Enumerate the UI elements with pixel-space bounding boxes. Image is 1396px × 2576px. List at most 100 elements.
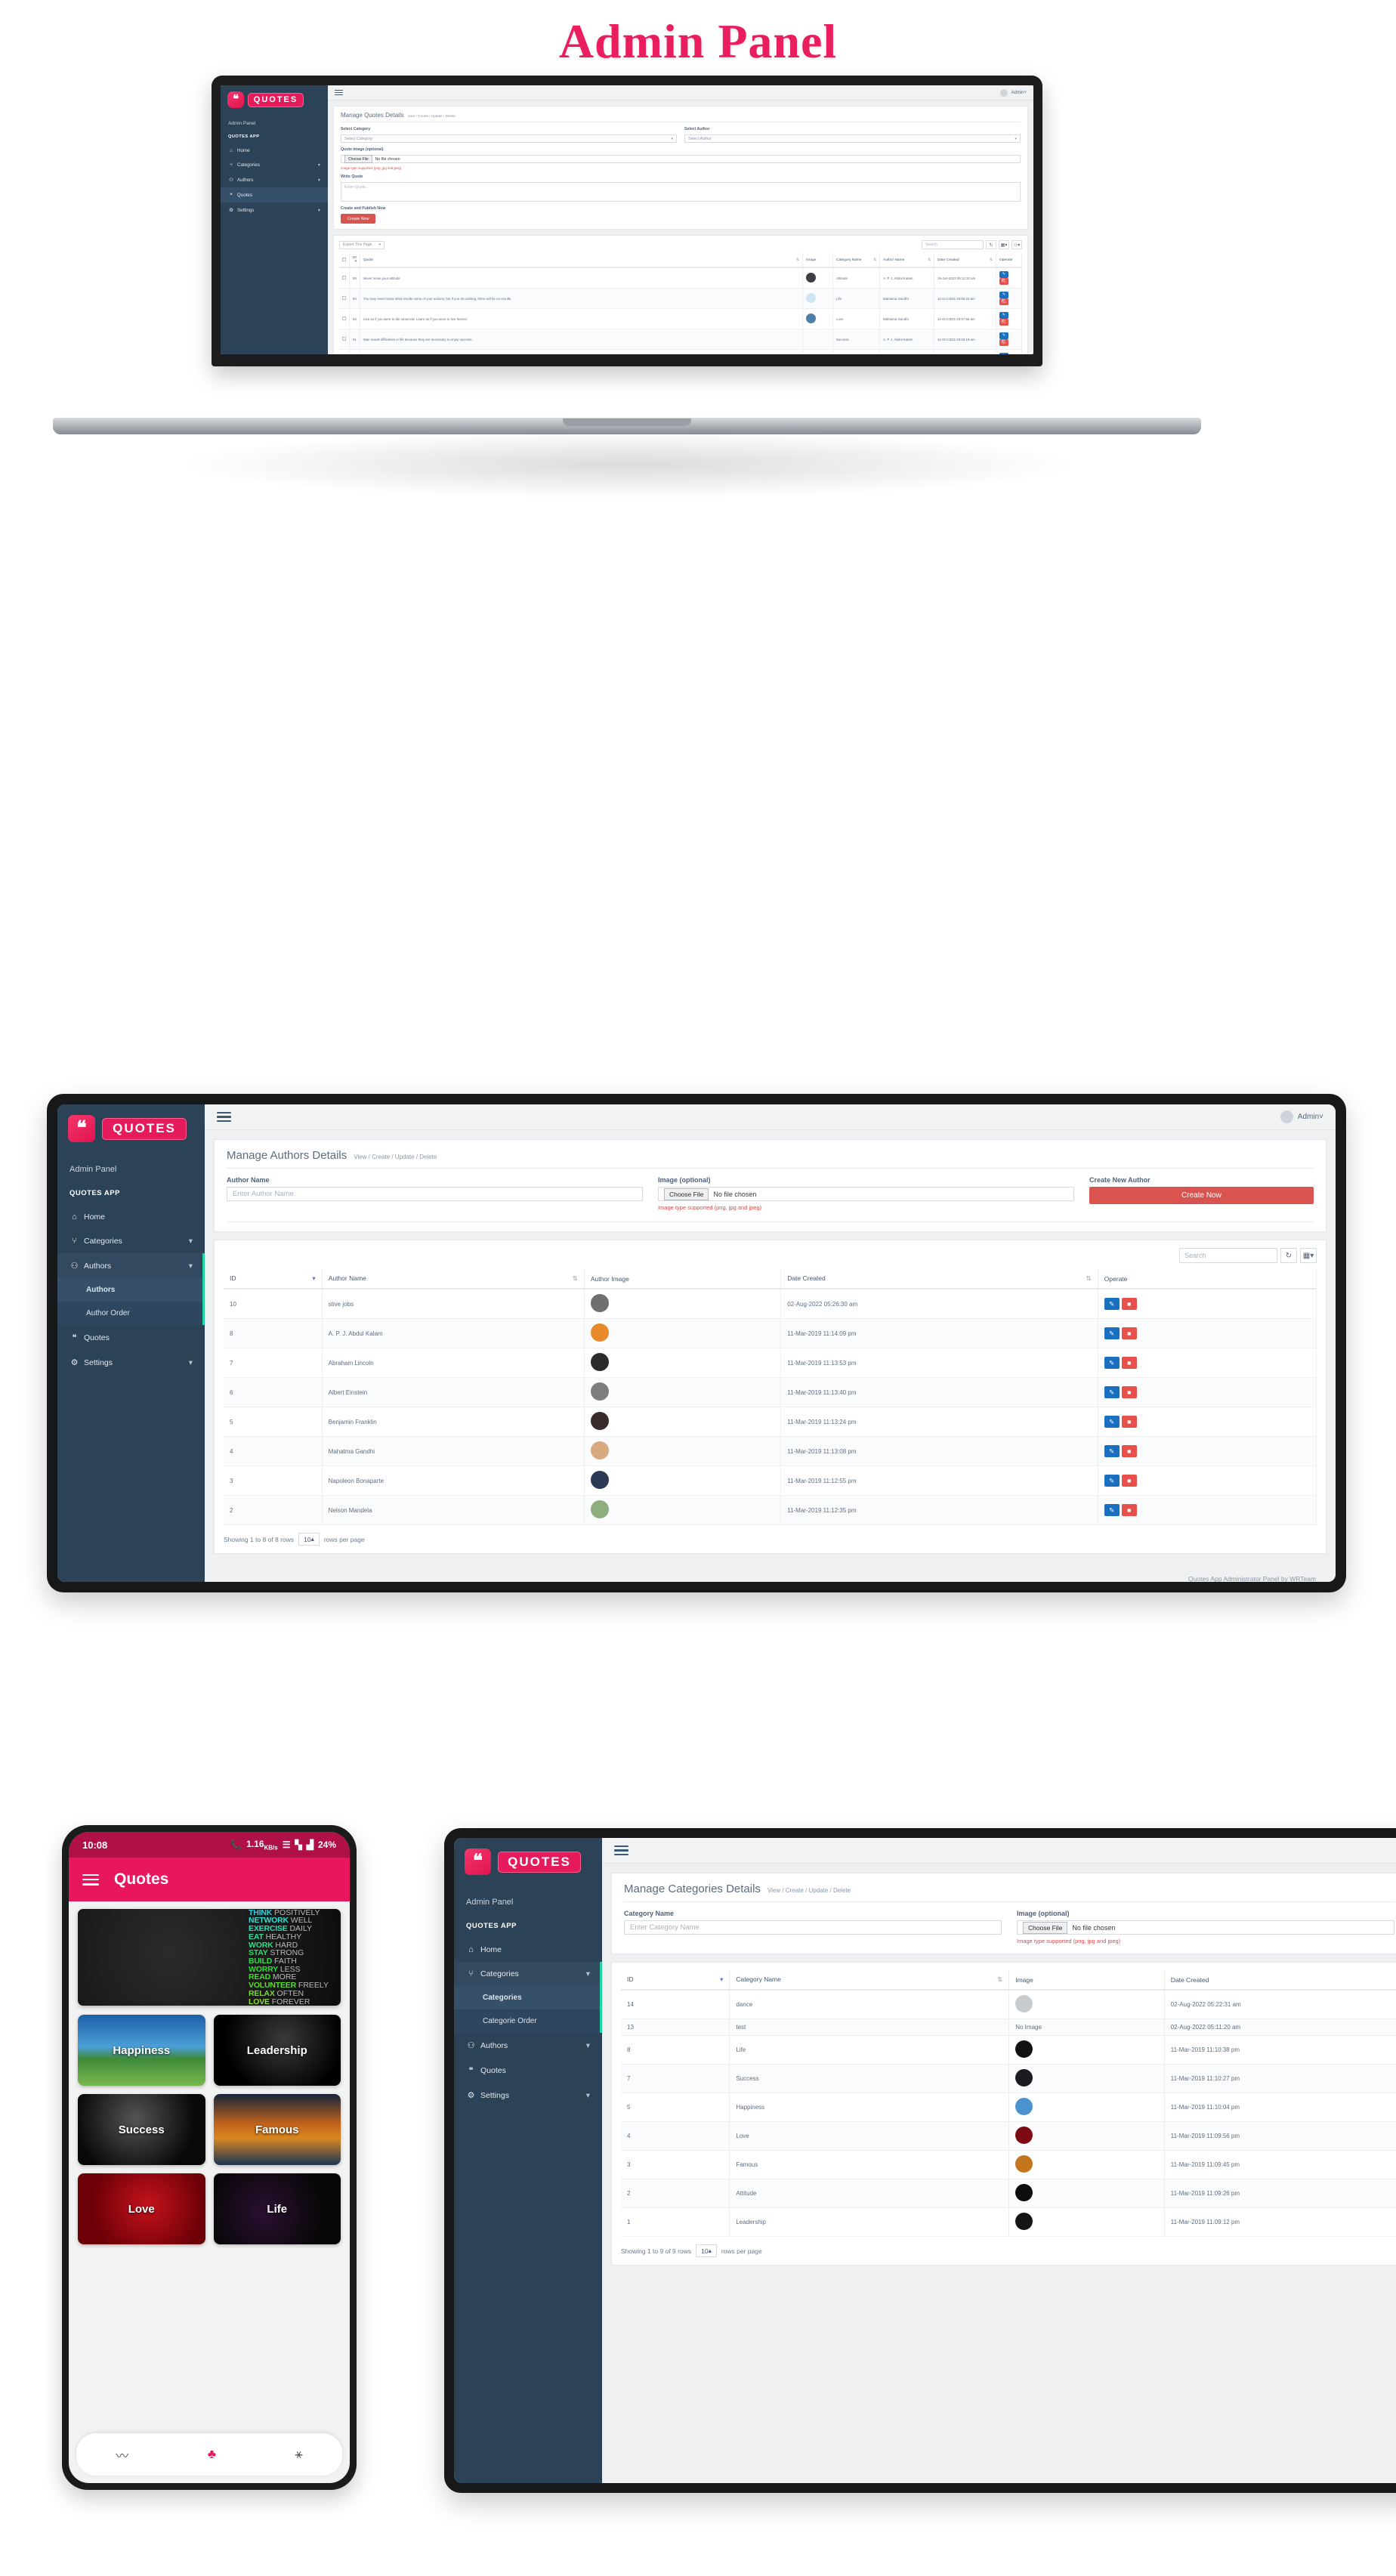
menu-toggle-icon[interactable] (82, 1873, 99, 1886)
quote-textarea[interactable]: Enter Quote... (341, 182, 1021, 202)
table-row[interactable]: 2 Nelson Mandela 11-Mar-2019 11:12:35 pm ✎ ■ (224, 1495, 1317, 1525)
row-checkbox[interactable] (339, 349, 350, 354)
create-now-button[interactable]: Create Now (1089, 1187, 1314, 1204)
export-page-button[interactable]: Export This Page ▾ (339, 240, 385, 249)
rows-per-page-select[interactable]: 10 ▴ (298, 1533, 320, 1546)
edit-button[interactable]: ✎ (999, 332, 1008, 339)
select-all-checkbox-header[interactable] (339, 253, 350, 268)
choose-file-button[interactable]: Choose File (344, 155, 372, 163)
table-row[interactable]: 90Creativity is seeing the same thing bu… (339, 349, 1022, 354)
brand-logo[interactable]: ❝ QUOTES (221, 85, 328, 114)
brand-logo[interactable]: ❝ QUOTES (454, 1838, 602, 1886)
category-tile[interactable]: Famous (213, 2094, 341, 2165)
category-tile[interactable]: Leadership (213, 2015, 341, 2086)
edit-button[interactable]: ✎ (999, 271, 1008, 278)
sidebar-item-categories[interactable]: ⑂ Categories ▾ (454, 1962, 602, 1986)
edit-button[interactable]: ✎ (1104, 1445, 1120, 1457)
sidebar-item-home[interactable]: ⌂ Home (454, 1938, 602, 1962)
col-id[interactable]: ID ▾ (224, 1269, 323, 1290)
delete-button[interactable]: ■ (1121, 1475, 1137, 1487)
sidebar-item-categories[interactable]: ⑂ Categories ▾ (221, 158, 328, 172)
table-row[interactable]: 7 Abraham Lincoln 11-Mar-2019 11:13:53 pm ✎… (224, 1348, 1317, 1378)
edit-button[interactable]: ✎ (1104, 1327, 1120, 1339)
col-date[interactable]: Date Created ⇅ (934, 253, 996, 268)
sidebar-item-settings[interactable]: ⚙ Settings ▾ (57, 1350, 205, 1375)
delete-button[interactable]: ■ (1121, 1416, 1137, 1428)
trend-icon[interactable]: 〰 (116, 2445, 128, 2464)
refresh-icon[interactable]: ↻ (1280, 1248, 1297, 1263)
col-category-name[interactable]: Category Name ⇅ (729, 1970, 1010, 1991)
menu-toggle-icon[interactable] (335, 89, 343, 96)
sidebar-subitem-categorie-order[interactable]: Categorie Order (454, 2009, 602, 2033)
edit-button[interactable]: ✎ (1104, 1416, 1120, 1428)
col-quote[interactable]: Quote ⇅ (360, 253, 803, 268)
table-row[interactable]: 6 Albert Einstein 11-Mar-2019 11:13:40 pm ✎… (224, 1377, 1317, 1407)
edit-button[interactable]: ✎ (1104, 1386, 1120, 1398)
category-icon[interactable]: ♣ (208, 2447, 216, 2462)
table-row[interactable]: 3 Napoleon Bonaparte 11-Mar-2019 11:12:55 … (224, 1466, 1317, 1496)
col-category[interactable]: Category Name ⇅ (832, 253, 880, 268)
table-row[interactable]: 2 Attitude 11-Mar-2019 11:09:26 pm (621, 2179, 1396, 2208)
edit-button[interactable]: ✎ (1104, 1504, 1120, 1516)
menu-toggle-icon[interactable] (614, 1846, 629, 1855)
category-tile[interactable]: Happiness (78, 2015, 205, 2086)
category-image-file-input[interactable]: Choose File No file chosen (1017, 1920, 1394, 1935)
sidebar-item-quotes[interactable]: ❝ Quotes (454, 2058, 602, 2083)
sidebar-item-categories[interactable]: ⑂ Categories ▾ (57, 1229, 205, 1253)
quote-image-file-input[interactable]: Choose File No file chosen (341, 155, 1021, 163)
category-tile[interactable]: Love (78, 2173, 205, 2244)
author-name-input[interactable]: Enter Author Name (227, 1187, 643, 1201)
delete-button[interactable]: ■ (1121, 1357, 1137, 1369)
table-row[interactable]: 4 Love 11-Mar-2019 11:09:56 pm (621, 2121, 1396, 2151)
sidebar-item-home[interactable]: ⌂ Home (57, 1205, 205, 1229)
delete-button[interactable]: 粒; (999, 278, 1008, 285)
rows-per-page-select[interactable]: 10 ▴ (696, 2244, 717, 2257)
brand-logo[interactable]: ❝ QUOTES (57, 1104, 205, 1153)
delete-button[interactable]: ■ (1121, 1504, 1137, 1516)
category-tile[interactable]: Success (78, 2094, 205, 2165)
edit-button[interactable]: ✎ (999, 292, 1008, 298)
sidebar-item-settings[interactable]: ⚙ Settings ▾ (454, 2083, 602, 2108)
choose-file-button[interactable]: Choose File (1023, 1921, 1068, 1934)
table-row[interactable]: 13 test No Image 02-Aug-2022 05:11:20 am (621, 2018, 1396, 2036)
delete-button[interactable]: ■ (1121, 1445, 1137, 1457)
person-icon[interactable]: ⚹ (295, 2447, 303, 2462)
delete-button[interactable]: 粒; (999, 298, 1008, 305)
row-checkbox[interactable] (339, 288, 350, 309)
delete-button[interactable]: ■ (1121, 1386, 1137, 1398)
sidebar-item-settings[interactable]: ⚙ Settings ▾ (221, 202, 328, 218)
delete-button[interactable]: ■ (1121, 1327, 1137, 1339)
col-id[interactable]: ID ▾ (621, 1970, 730, 1991)
table-row[interactable]: 5 Happiness 11-Mar-2019 11:10:04 pm (621, 2093, 1396, 2122)
sidebar-subitem-authors[interactable]: Authors (57, 1278, 205, 1302)
sidebar-item-home[interactable]: ⌂ Home (221, 144, 328, 158)
search-input[interactable]: Search (1179, 1248, 1277, 1263)
table-row[interactable]: 10 stive jobs 02-Aug-2022 05:26:30 am ✎ ■ (224, 1289, 1317, 1319)
table-row[interactable]: 95 Never loose your attitude Attitude A. P.… (339, 267, 1022, 289)
edit-button[interactable]: ✎ (1104, 1357, 1120, 1369)
select-category-dropdown[interactable]: Select Category ▾ (341, 134, 677, 143)
create-now-button[interactable]: Create Now (341, 214, 376, 224)
table-row[interactable]: 4 Mahatma Gandhi 11-Mar-2019 11:13:08 pm ✎ ■ (224, 1436, 1317, 1466)
sidebar-subitem-categories[interactable]: Categories (454, 1986, 602, 2009)
category-tile[interactable]: Life (213, 2173, 341, 2244)
sidebar-subitem-author-order[interactable]: Author Order (57, 1302, 205, 1325)
sidebar-item-quotes[interactable]: ❝ Quotes (57, 1325, 205, 1350)
choose-file-button[interactable]: Choose File (663, 1188, 709, 1200)
table-row[interactable]: 93 You may never know what results come o… (339, 288, 1022, 309)
row-checkbox[interactable] (339, 329, 350, 350)
user-menu[interactable]: Admin ˅ (1000, 88, 1027, 97)
author-image-file-input[interactable]: Choose File No file chosen (657, 1187, 1074, 1201)
delete-button[interactable]: ■ (1121, 1298, 1137, 1310)
user-menu[interactable]: Admin ˅ (1280, 1110, 1323, 1123)
col-date[interactable]: Date Created ⇅ (780, 1269, 1098, 1290)
category-name-input[interactable]: Enter Category Name (624, 1920, 1002, 1935)
toggle-view-icon[interactable]: ⚇ ▾ (1011, 240, 1022, 249)
edit-button[interactable]: ✎ (1104, 1298, 1120, 1310)
menu-toggle-icon[interactable] (217, 1112, 231, 1122)
search-input[interactable]: Search (922, 240, 984, 249)
table-row[interactable]: 3 Famous 11-Mar-2019 11:09:45 pm (621, 2150, 1396, 2179)
table-row[interactable]: 8 A. P. J. Abdul Kalam 11-Mar-2019 11:14:0… (224, 1318, 1317, 1348)
sidebar-item-authors[interactable]: ⚇ Authors ▾ (57, 1253, 205, 1278)
table-row[interactable]: 8 Life 11-Mar-2019 11:10:38 pm (621, 2035, 1396, 2065)
